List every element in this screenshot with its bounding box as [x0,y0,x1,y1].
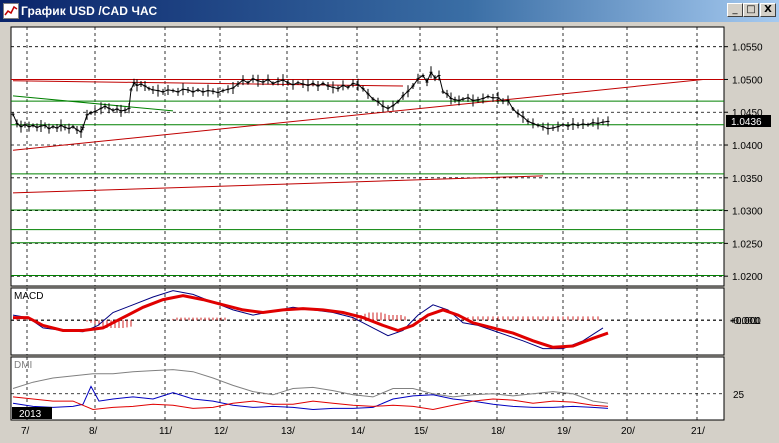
dmi-panel[interactable] [10,356,725,421]
time-tick-label: 20/ [621,426,635,437]
time-tick-label: 15/ [414,426,428,437]
time-tick-label: 18/ [491,426,505,437]
close-button[interactable]: X [760,3,776,17]
time-tick-label: 14/ [351,426,365,437]
price-axis: 1.05501.05001.04501.04001.03501.03001.02… [724,43,763,283]
price-panel[interactable] [10,26,725,287]
price-tick-label: 1.0200 [732,272,763,283]
macd-tick-label: -0.001 [730,316,759,327]
minimize-button[interactable]: _ [727,3,743,17]
time-axis: 7/8/11/12/13/14/15/18/19/20/21/ [21,426,705,437]
price-tick-label: 1.0250 [732,239,763,250]
time-tick-label: 19/ [557,426,571,437]
time-tick-label: 13/ [281,426,295,437]
price-tick-label: 1.0500 [732,75,763,86]
current-price-label: 1.0436 [731,117,762,128]
chart-window-icon [3,3,19,19]
window-title: График USD /CAD ЧАС [21,4,158,18]
chart-canvas[interactable]: 1.05501.05001.04501.04001.03501.03001.02… [0,22,779,443]
window-titlebar[interactable]: График USD /CAD ЧАС _ □ X [0,0,779,22]
time-tick-label: 12/ [214,426,228,437]
price-tick-label: 1.0350 [732,174,763,185]
price-tick-label: 1.0550 [732,43,763,54]
maximize-button[interactable]: □ [743,3,759,17]
chart-window-body: 1.0550 1.0500 1.0450 1.0400 1.0350 1.0300 1.02… [0,22,779,443]
dmi-label: DMI [14,360,32,371]
time-tick-label: 7/ [21,426,30,437]
time-tick-label: 11/ [159,426,172,437]
price-tick-label: 1.0400 [732,141,763,152]
year-label: 2013 [19,409,42,420]
dmi-tick-label: 25 [733,390,745,401]
macd-label: MACD [14,291,43,302]
time-tick-label: 21/ [691,426,705,437]
price-tick-label: 1.0300 [732,207,763,218]
time-tick-label: 8/ [89,426,98,437]
